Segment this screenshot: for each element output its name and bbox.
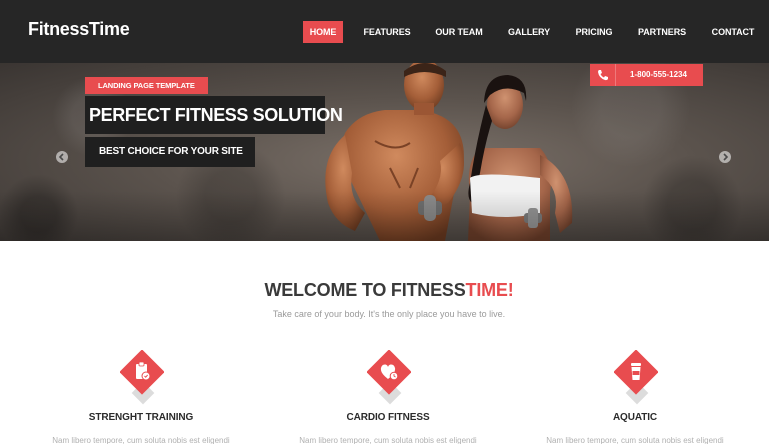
feature-strength-training: STRENGHT TRAINING Nam libero tempore, cu… xyxy=(52,349,230,444)
welcome-heading-main: WELCOME TO FITNESS xyxy=(264,280,466,300)
welcome-subtitle: Take care of your body. It's the only pl… xyxy=(272,309,506,319)
feature-icon-badge xyxy=(366,349,412,410)
nav-item-gallery[interactable]: GALLERY xyxy=(505,21,553,43)
feature-title: AQUATIC xyxy=(612,412,658,423)
feature-text: Nam libero tempore, cum soluta nobis est… xyxy=(52,436,230,444)
landing-tag: LANDING PAGE TEMPLATE xyxy=(85,77,208,94)
feature-icon-badge xyxy=(119,349,165,410)
nav-item-features[interactable]: FEATURES xyxy=(361,21,413,43)
nav-item-contact[interactable]: CONTACT xyxy=(708,21,758,43)
feature-cardio-fitness: CARDIO FITNESS Nam libero tempore, cum s… xyxy=(299,349,477,444)
hero-subtitle: BEST CHOICE FOR YOUR SITE xyxy=(85,137,255,167)
phone-icon xyxy=(590,64,616,86)
chevron-right-icon xyxy=(723,153,729,161)
feature-text: Nam libero tempore, cum soluta nobis est… xyxy=(299,436,477,444)
hero-slider: LANDING PAGE TEMPLATE PERFECT FITNESS SO… xyxy=(0,63,769,241)
nav-item-our-team[interactable]: OUR TEAM xyxy=(432,21,486,43)
hero-title: PERFECT FITNESS SOLUTION xyxy=(85,96,343,134)
slider-prev-button[interactable] xyxy=(56,151,68,163)
phone-badge[interactable]: 1-800-555-1234 xyxy=(590,64,703,86)
feature-title: CARDIO FITNESS xyxy=(346,412,430,423)
nav-item-partners[interactable]: PARTNERS xyxy=(635,21,689,43)
main-nav: HOME FEATURES OUR TEAM GALLERY PRICING P… xyxy=(0,21,769,43)
nav-item-home[interactable]: HOME xyxy=(303,21,343,43)
drink-icon xyxy=(631,363,641,380)
chevron-left-icon xyxy=(58,153,64,161)
hero-shade xyxy=(0,191,769,241)
slider-next-button[interactable] xyxy=(719,151,731,163)
phone-number: 1-800-555-1234 xyxy=(630,70,687,79)
nav-item-pricing[interactable]: PRICING xyxy=(572,21,616,43)
feature-title: STRENGHT TRAINING xyxy=(88,412,194,423)
welcome-heading-accent: TIME! xyxy=(465,280,514,300)
welcome-heading: WELCOME TO FITNESSTIME! xyxy=(0,280,769,301)
site-header: FitnessTime HOME FEATURES OUR TEAM GALLE… xyxy=(0,0,769,63)
feature-icon-badge xyxy=(613,349,659,410)
feature-aquatic: AQUATIC Nam libero tempore, cum soluta n… xyxy=(546,349,724,444)
feature-text: Nam libero tempore, cum soluta nobis est… xyxy=(546,436,724,444)
